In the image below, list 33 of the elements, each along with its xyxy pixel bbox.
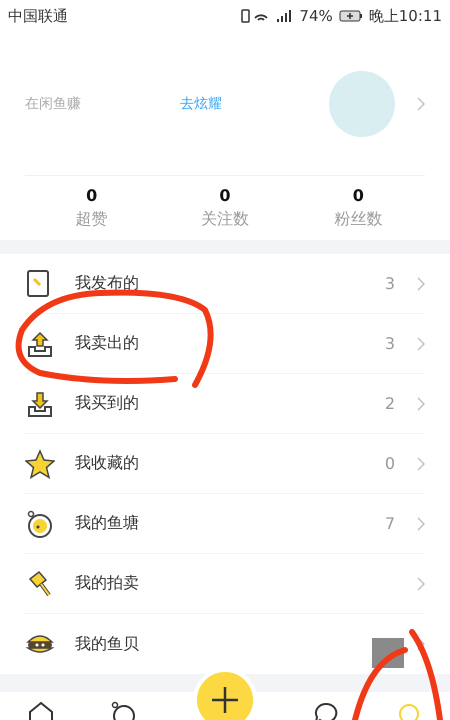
stat-value[interactable]: 0 bbox=[219, 186, 231, 205]
stat-value[interactable]: 0 bbox=[352, 186, 364, 205]
earnings-note: 在闲鱼赚 bbox=[25, 94, 82, 112]
item-count: 2 bbox=[384, 394, 395, 413]
menu-item[interactable]: 我的鱼塘 bbox=[75, 513, 385, 534]
favorites-icon bbox=[25, 448, 55, 478]
menu-item[interactable]: 我买到的 bbox=[75, 393, 385, 414]
signal-icon bbox=[241, 8, 294, 24]
pond-icon bbox=[25, 508, 55, 538]
item-count: 7 bbox=[384, 514, 395, 533]
chevron-icon bbox=[417, 336, 425, 350]
item-count: 3 bbox=[384, 274, 395, 293]
chevron-icon bbox=[417, 396, 425, 410]
home-tab-icon[interactable] bbox=[27, 700, 56, 720]
chevron-icon bbox=[417, 637, 425, 651]
clock-time: 晚上10:11 bbox=[368, 6, 442, 26]
battery-icon bbox=[338, 10, 363, 22]
item-count: 3 bbox=[384, 334, 395, 353]
menu-item[interactable]: 我的鱼贝 bbox=[75, 634, 417, 654]
item-count: 0 bbox=[384, 454, 395, 473]
chevron-icon bbox=[417, 276, 425, 290]
chevron-icon bbox=[417, 96, 425, 110]
chevron-icon bbox=[417, 516, 425, 530]
menu-item[interactable]: 我发布的 bbox=[75, 273, 385, 294]
menu-item[interactable]: 我卖出的 bbox=[75, 333, 385, 354]
battery-percent: 74% bbox=[299, 7, 333, 25]
menu-item[interactable]: 我收藏的 bbox=[75, 453, 385, 474]
chevron-icon bbox=[417, 456, 425, 470]
menu-item[interactable]: 我的拍卖 bbox=[75, 573, 417, 594]
plus-icon bbox=[210, 685, 240, 715]
carrier-name: 中国联通 bbox=[8, 6, 68, 26]
stat-value[interactable]: 0 bbox=[86, 186, 98, 205]
chevron-icon bbox=[417, 576, 425, 590]
